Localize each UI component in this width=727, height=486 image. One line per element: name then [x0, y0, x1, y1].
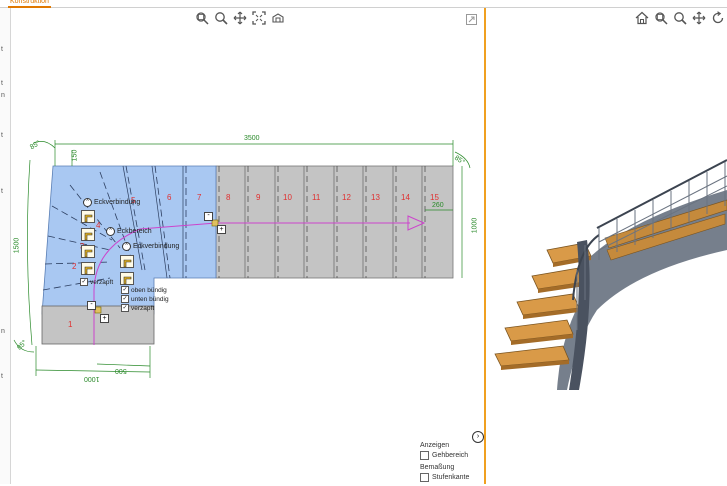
zoom-window-icon[interactable]: [653, 10, 668, 25]
minus-button[interactable]: -: [87, 301, 96, 310]
connection-type-icon[interactable]: [81, 262, 95, 275]
gehbereich-option[interactable]: Gehbereich: [420, 451, 482, 460]
dim-right-width: 1000: [471, 217, 479, 234]
stair-3d-view[interactable]: [487, 100, 727, 390]
flush-options: ✓ oben bündig ✓ unten bündig ✓ verzapft: [121, 286, 169, 312]
view3d-toolbar: [634, 10, 725, 25]
dim-top-small: 150: [71, 149, 79, 162]
anzeigen-heading: Anzeigen: [420, 442, 450, 449]
connection-type-icon[interactable]: [81, 245, 95, 258]
step-number: 4: [96, 221, 101, 230]
display-options-panel: Anzeigen Gehbereich Bemaßung Stufenkante: [420, 442, 482, 486]
step-number: 13: [371, 193, 380, 202]
stufenkante-option[interactable]: Stufenkante: [420, 473, 482, 482]
chevron-up-icon[interactable]: ^: [122, 242, 131, 251]
zoom-icon[interactable]: [672, 10, 687, 25]
dim-right-small: 260: [432, 202, 444, 209]
step-number: 11: [312, 193, 321, 202]
plus-button[interactable]: +: [217, 225, 226, 234]
step-number: 12: [342, 193, 351, 202]
flush-option-unten[interactable]: ✓ unten bündig: [121, 295, 169, 303]
step-number: 7: [197, 193, 202, 202]
flush-option-oben[interactable]: ✓ oben bündig: [121, 286, 169, 294]
dim-left-height: 1500: [13, 237, 21, 254]
chevron-up-icon[interactable]: ^: [83, 198, 92, 207]
checkbox-icon[interactable]: [420, 451, 429, 460]
checkbox-checked-icon[interactable]: ✓: [121, 295, 129, 303]
step-number: 8: [226, 193, 231, 202]
dim-bottom-short: 500: [115, 367, 127, 374]
dim-total-length: 3500: [244, 135, 260, 142]
step-number: 10: [283, 193, 292, 202]
verzapft-checkbox-left[interactable]: ✓ verzapft: [80, 278, 113, 286]
eckverbindung-label-2[interactable]: ^ Eckverbindung: [122, 242, 179, 251]
checkbox-icon[interactable]: [420, 473, 429, 482]
eckbereich-label[interactable]: ^ Eckbereich: [106, 227, 152, 236]
bemassung-heading: Bemaßung: [420, 464, 455, 471]
flush-option-verzapft[interactable]: ✓ verzapft: [121, 304, 169, 312]
home-icon[interactable]: [634, 10, 649, 25]
minus-button[interactable]: -: [204, 212, 213, 221]
step-number: 6: [167, 193, 172, 202]
straight-treads: [215, 165, 454, 279]
stair-plan-drawing[interactable]: [0, 0, 484, 430]
connection-type-icon[interactable]: [81, 228, 95, 241]
connection-type-icon[interactable]: [120, 272, 134, 285]
checkbox-checked-icon[interactable]: ✓: [80, 278, 88, 286]
pan-icon[interactable]: [691, 10, 706, 25]
step-number: 2: [72, 262, 77, 271]
connection-type-icon[interactable]: [81, 210, 95, 223]
view-divider[interactable]: [484, 8, 486, 484]
eckverbindung-label-1[interactable]: ^ Eckverbindung: [83, 198, 140, 207]
checkbox-checked-icon[interactable]: ✓: [121, 304, 129, 312]
rotate-icon[interactable]: [710, 10, 725, 25]
step-number: 14: [401, 193, 410, 202]
dim-bottom-long: 1000: [84, 375, 100, 382]
connection-type-icon[interactable]: [120, 255, 134, 268]
step-number: 1: [68, 320, 73, 329]
plus-button[interactable]: +: [100, 314, 109, 323]
checkbox-checked-icon[interactable]: ✓: [121, 286, 129, 294]
step-number: 15: [430, 193, 439, 202]
step-number: 9: [256, 193, 261, 202]
chevron-up-icon[interactable]: ^: [106, 227, 115, 236]
